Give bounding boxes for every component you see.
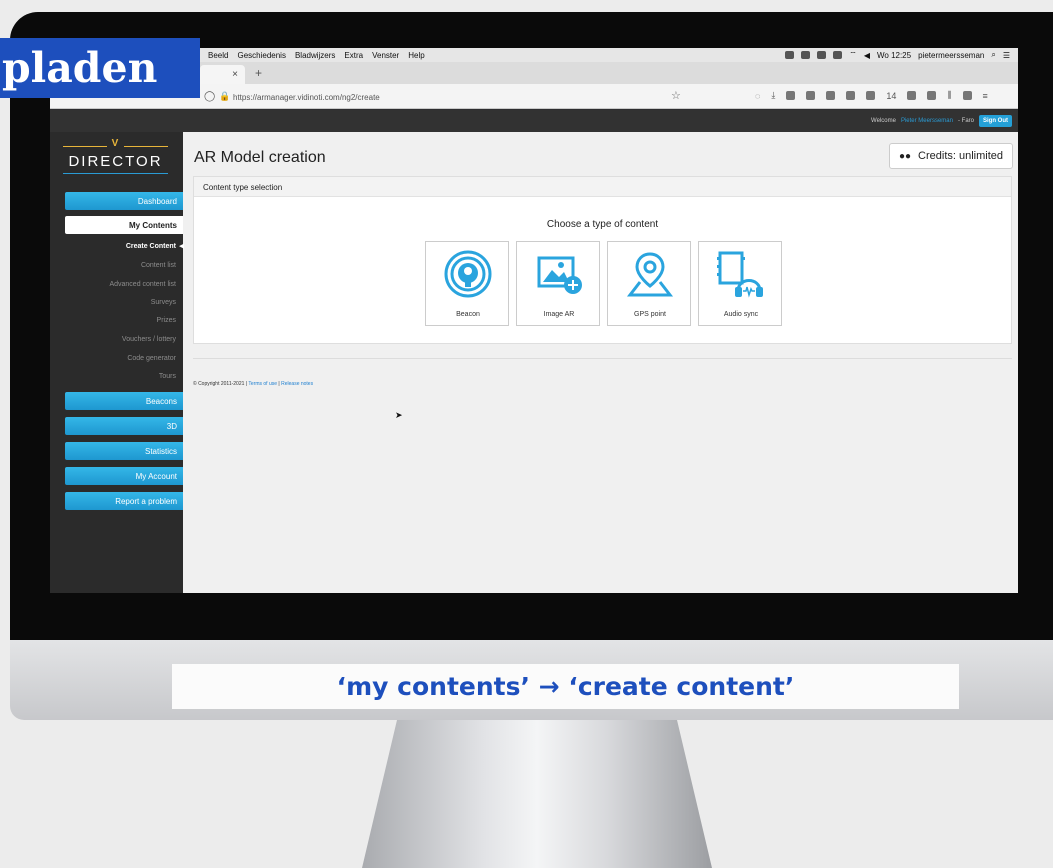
sidebar-item-my-contents[interactable]: My Contents [65, 216, 183, 234]
sidebar-sub-create-content[interactable]: Create Content [50, 243, 176, 250]
extension-icon[interactable] [846, 91, 856, 100]
extension-icon[interactable] [866, 91, 876, 100]
sidebar-sub-vouchers[interactable]: Vouchers / lottery [50, 336, 176, 343]
content-type-panel: Content type selection Choose a type of … [193, 176, 1012, 344]
url-field[interactable]: https://armanager.vidinoti.com/ng2/creat… [233, 93, 380, 102]
status-app-icon[interactable] [785, 51, 795, 59]
extension-icon[interactable] [907, 91, 917, 100]
map-pin-icon [626, 252, 674, 297]
coins-icon: ●● [898, 150, 912, 162]
spotlight-icon[interactable]: ⌕ [991, 50, 995, 60]
new-tab-button[interactable]: + [255, 66, 262, 80]
browser-toolbar-icons: ◌ ⤓ 14 ⫼ ≡ [755, 90, 988, 101]
status-app-icon[interactable] [801, 51, 811, 59]
download-icon[interactable]: ⤓ [771, 90, 775, 101]
sidebar-item-my-account[interactable]: My Account [65, 467, 183, 485]
welcome-prefix: Welcome [871, 118, 896, 124]
release-notes-link[interactable]: Release notes [281, 381, 313, 387]
menu-item-beeld[interactable]: Beeld [208, 51, 228, 60]
pocket-icon[interactable]: ◌ [755, 91, 760, 101]
menubar-status: ⌔ ◀︎ Wo 12:25 pietermeersseman ⌕ ☰ [785, 50, 1018, 60]
credits-text: Credits: unlimited [918, 150, 1004, 162]
footer-sep: | [278, 381, 280, 387]
director-logo[interactable]: V DIRECTOR [63, 138, 168, 180]
status-app-icon[interactable] [833, 51, 843, 59]
card-label: Image AR [543, 311, 575, 318]
terms-link[interactable]: Terms of use [248, 381, 277, 387]
hamburger-menu-icon[interactable]: ≡ [983, 91, 988, 101]
logo-mark: V [111, 138, 119, 149]
browser-tab[interactable]: × [200, 65, 245, 84]
sidebar-item-3d[interactable]: 3D [65, 417, 183, 435]
content-type-gps-point-card[interactable]: GPS point [607, 241, 691, 326]
content-type-beacon-card[interactable]: Beacon [425, 241, 509, 326]
website: Welcome Pieter Meersseman - Faro Sign Ou… [50, 110, 1018, 593]
main-content: AR Model creation ●● Credits: unlimited … [184, 132, 1018, 593]
control-center-icon[interactable]: ☰ [1003, 51, 1010, 60]
choose-heading: Choose a type of content [546, 219, 659, 230]
bookmark-star-icon[interactable]: ☆ [671, 89, 681, 102]
logo-bottom-line [63, 173, 168, 174]
sidebar-sub-prizes[interactable]: Prizes [50, 317, 176, 324]
logo-text: DIRECTOR [68, 153, 163, 170]
status-app-icon[interactable] [817, 51, 827, 59]
page-title: AR Model creation [194, 149, 326, 166]
screen: Beeld Geschiedenis Bladwijzers Extra Ven… [50, 48, 1018, 593]
menu-item-bladwijzers[interactable]: Bladwijzers [295, 51, 335, 60]
sidebar-sub-advanced-content-list[interactable]: Advanced content list [50, 281, 176, 288]
menu-item-geschiedenis[interactable]: Geschiedenis [237, 51, 285, 60]
image-ar-icon [537, 256, 582, 294]
welcome-bar: Welcome Pieter Meersseman - Faro Sign Ou… [50, 110, 1018, 132]
beacon-icon [444, 250, 492, 298]
overlay-label: pladen [0, 38, 200, 98]
sidebar-sub-surveys[interactable]: Surveys [50, 299, 176, 306]
card-label: Beacon [456, 311, 480, 318]
extension-icon[interactable] [786, 91, 796, 100]
welcome-user-link[interactable]: Pieter Meersseman [901, 118, 953, 124]
menu-item-help[interactable]: Help [408, 51, 424, 60]
audio-sync-icon [717, 251, 763, 298]
menubar-clock[interactable]: Wo 12:25 [877, 51, 911, 60]
content-type-image-ar-card[interactable]: Image AR [516, 241, 600, 326]
card-label: Audio sync [723, 311, 759, 318]
welcome-org: - Faro [957, 118, 974, 124]
tab-close-icon[interactable]: × [232, 69, 238, 80]
sidebar-sub-content-list[interactable]: Content list [50, 262, 176, 269]
sidebar-item-dashboard[interactable]: Dashboard [65, 192, 183, 210]
menu-item-extra[interactable]: Extra [344, 51, 363, 60]
mouse-cursor-icon: ➤ [395, 410, 403, 420]
footer-divider [193, 358, 1012, 359]
sidebar-item-statistics[interactable]: Statistics [65, 442, 183, 460]
extension-icon[interactable] [927, 91, 937, 100]
extension-icon[interactable] [826, 91, 836, 100]
content-type-audio-sync-card[interactable]: Audio sync [698, 241, 782, 326]
wifi-icon[interactable]: ⌔ [849, 50, 857, 60]
account-icon[interactable] [962, 91, 972, 100]
sign-out-button[interactable]: Sign Out [979, 115, 1012, 127]
panel-heading: Content type selection [194, 177, 1011, 197]
menubar-user[interactable]: pietermeersseman [918, 51, 984, 60]
sidebar-sub-code-generator[interactable]: Code generator [50, 355, 176, 362]
credits-badge: ●● Credits: unlimited [889, 143, 1013, 169]
library-icon[interactable]: ⫼ [947, 90, 951, 101]
lock-icon[interactable]: 🔒 [219, 91, 230, 102]
sidebar: V DIRECTOR Dashboard My Contents Create … [50, 132, 184, 593]
shield-icon[interactable]: ◯ [204, 91, 215, 102]
caption-box: ‘my contents’ → ‘create content’ [172, 664, 959, 709]
extension-badge[interactable]: 14 [886, 91, 896, 101]
card-label: GPS point [634, 311, 666, 318]
footer: © Copyright 2011-2021 | Terms of use | R… [193, 381, 313, 387]
volume-icon[interactable]: ◀︎ [864, 51, 870, 60]
sidebar-item-beacons[interactable]: Beacons [65, 392, 183, 410]
footer-copyright: © Copyright 2011-2021 | [193, 381, 248, 387]
menu-item-venster[interactable]: Venster [372, 51, 399, 60]
extension-icon[interactable] [806, 91, 816, 100]
caption-text: ‘my contents’ → ‘create content’ [336, 672, 795, 701]
sidebar-item-report-problem[interactable]: Report a problem [65, 492, 183, 510]
imac-stand [362, 720, 712, 868]
sidebar-sub-tours[interactable]: Tours [50, 373, 176, 380]
